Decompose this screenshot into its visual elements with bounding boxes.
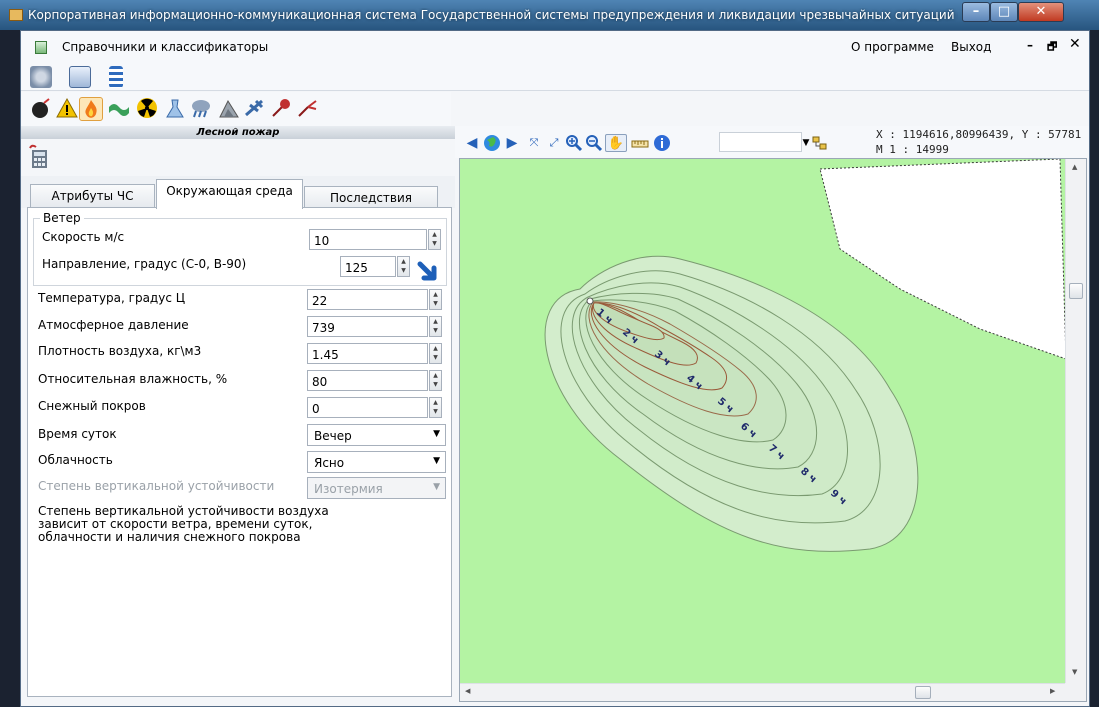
cloudiness-value: Ясно	[314, 456, 345, 470]
forward-arrow-icon[interactable]: ▶	[503, 134, 521, 152]
humidity-label: Относительная влажность, %	[38, 372, 228, 386]
flood-icon[interactable]	[107, 97, 131, 121]
snow-cover-spinner[interactable]: ▲ ▼	[429, 397, 442, 418]
references-icon	[35, 41, 47, 54]
info-icon[interactable]	[653, 134, 671, 152]
pressure-input[interactable]: 739	[307, 316, 428, 337]
maximize-button[interactable]: □	[990, 2, 1018, 22]
wind-direction-input[interactable]: 125	[340, 256, 396, 277]
radiation-icon[interactable]	[135, 97, 159, 121]
wind-speed-spinner[interactable]: ▲ ▼	[428, 229, 441, 250]
snow-cover-label: Снежный покров	[38, 399, 146, 413]
fire-icon[interactable]	[79, 97, 103, 121]
measure-icon[interactable]	[631, 134, 649, 152]
close-button[interactable]: ✕	[1018, 2, 1064, 22]
globe-icon[interactable]	[483, 134, 501, 152]
map-vertical-scrollbar[interactable]: ▲ ▼	[1065, 159, 1086, 683]
chevron-down-icon: ▼	[433, 429, 440, 439]
map-drawing: 1 ч 2 ч 3 ч 4 ч 5 ч 6 ч 7 ч 8 ч 9 ч	[544, 159, 1067, 552]
scroll-left-icon[interactable]: ◀	[465, 687, 470, 695]
scroll-right-icon[interactable]: ▶	[1050, 687, 1055, 695]
pressure-spinner[interactable]: ▲ ▼	[429, 316, 442, 337]
chevron-down-icon: ▼	[433, 482, 440, 492]
stability-value: Изотермия	[314, 482, 383, 496]
density-spinner[interactable]: ▲ ▼	[429, 343, 442, 364]
menu-references[interactable]: Справочники и классификаторы	[62, 40, 268, 54]
cloudiness-label: Облачность	[38, 453, 113, 467]
settings-gear-icon[interactable]	[30, 66, 52, 88]
snow-cover-input[interactable]: 0	[307, 397, 428, 418]
stability-label: Степень вертикальной устойчивости	[38, 479, 275, 493]
menu-exit[interactable]: Выход	[951, 40, 991, 54]
pipe-leak-icon[interactable]	[295, 97, 319, 121]
mdi-close-button[interactable]: ✕	[1069, 36, 1081, 52]
scroll-down-icon[interactable]: ▼	[1072, 668, 1077, 676]
zoom-in-icon[interactable]	[565, 134, 583, 152]
temperature-label: Температура, градус Ц	[38, 291, 186, 305]
pressure-label: Атмосферное давление	[38, 318, 189, 332]
back-arrow-icon[interactable]: ◀	[463, 134, 481, 152]
layers-icon[interactable]	[811, 134, 829, 152]
temperature-input[interactable]: 22	[307, 289, 428, 310]
scrollbar-corner	[1065, 683, 1086, 701]
density-input[interactable]: 1.45	[307, 343, 428, 364]
app-icon	[9, 9, 23, 21]
window-title: Корпоративная информационно-коммуникацио…	[28, 8, 958, 22]
water-area	[819, 159, 1067, 360]
pipeline-icon[interactable]	[269, 97, 293, 121]
menubar: Справочники и классификаторы О программе…	[21, 31, 1089, 63]
wind-speed-input[interactable]: 10	[309, 229, 427, 250]
pan-hand-icon[interactable]: ✋	[605, 134, 627, 152]
density-label: Плотность воздуха, кг\м3	[38, 344, 202, 358]
wind-direction-label: Направление, градус (С-0, В-90)	[42, 257, 247, 271]
tab-strip: Атрибуты ЧС Окружающая среда Последствия	[21, 176, 455, 210]
scroll-up-icon[interactable]: ▲	[1072, 163, 1077, 171]
landslide-icon[interactable]	[217, 97, 241, 121]
daytime-value: Вечер	[314, 429, 352, 443]
map-table-icon[interactable]	[69, 66, 91, 88]
window-titlebar: Корпоративная информационно-коммуникацио…	[0, 0, 1099, 30]
vertical-scroll-thumb[interactable]	[1069, 283, 1083, 299]
daytime-select[interactable]: Вечер ▼	[307, 424, 446, 446]
map-canvas[interactable]: 1 ч 2 ч 3 ч 4 ч 5 ч 6 ч 7 ч 8 ч 9 ч	[459, 158, 1087, 702]
chemical-icon[interactable]	[163, 97, 187, 121]
aircraft-icon[interactable]	[243, 97, 267, 121]
scale-combo[interactable]	[719, 132, 802, 152]
main-toolbar	[21, 63, 1089, 91]
mdi-restore-button[interactable]: 🗗	[1047, 38, 1057, 57]
map-horizontal-scrollbar[interactable]: ◀ ▶	[460, 683, 1065, 701]
fire-origin-marker	[586, 297, 594, 305]
calculator-icon[interactable]	[26, 144, 50, 170]
chevron-down-icon: ▼	[433, 456, 440, 466]
daytime-label: Время суток	[38, 427, 117, 441]
temperature-spinner[interactable]: ▲ ▼	[429, 289, 442, 310]
wind-direction-spinner[interactable]: ▲ ▼	[397, 256, 410, 277]
tab-attributes[interactable]: Атрибуты ЧС	[30, 184, 155, 208]
horizontal-scroll-thumb[interactable]	[915, 686, 931, 699]
wind-direction-arrow-icon	[416, 260, 442, 286]
warning-icon[interactable]	[55, 97, 79, 121]
wind-speed-label: Скорость м/с	[42, 230, 125, 244]
mdi-minimize-button[interactable]: –	[1027, 38, 1033, 52]
minimize-button[interactable]: –	[962, 2, 990, 22]
scale-readout: М 1 : 14999	[876, 143, 949, 156]
storm-icon[interactable]	[189, 97, 213, 121]
zoom-out-icon[interactable]	[585, 134, 603, 152]
cloudiness-select[interactable]: Ясно ▼	[307, 451, 446, 473]
zoom-full-icon[interactable]: ⤢	[545, 134, 563, 152]
humidity-spinner[interactable]: ▲ ▼	[429, 370, 442, 391]
humidity-input[interactable]: 80	[307, 370, 428, 391]
bomb-icon[interactable]	[29, 97, 53, 121]
panel-header: Лесной пожар	[21, 126, 455, 139]
coordinate-readout: X : 1194616,80996439, Y : 57781	[876, 128, 1082, 141]
stability-note: Степень вертикальной устойчивости воздух…	[38, 504, 329, 544]
zoom-extent-icon[interactable]: ⤧	[525, 134, 543, 152]
list-icon[interactable]	[109, 66, 123, 88]
hazard-toolbar	[21, 92, 451, 126]
menu-about[interactable]: О программе	[851, 40, 934, 54]
stability-select: Изотермия ▼	[307, 477, 446, 499]
tab-environment[interactable]: Окружающая среда	[156, 179, 303, 209]
wind-group-title: Ветер	[40, 211, 84, 225]
